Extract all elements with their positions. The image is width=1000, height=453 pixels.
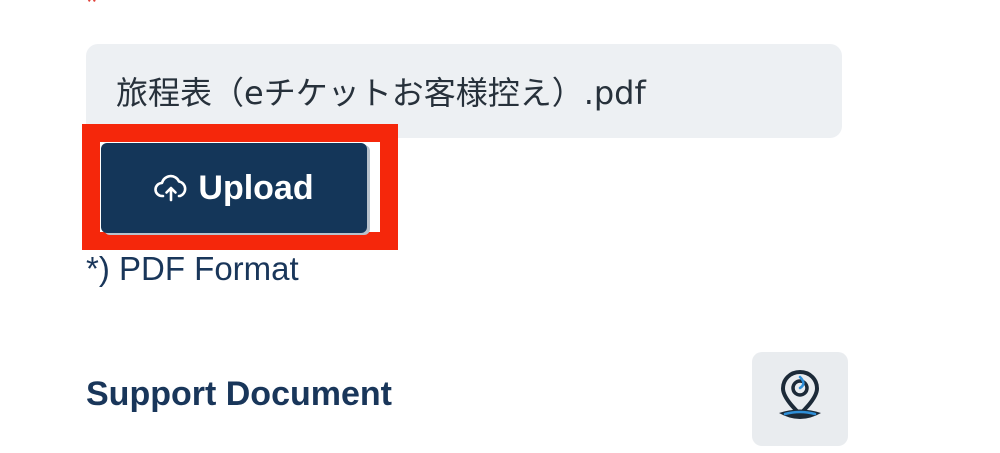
section-title: Support Document [86,375,392,413]
required-marker: * [86,0,98,19]
cloud-upload-icon [154,173,188,203]
map-button[interactable] [752,352,848,446]
upload-form: * 旅程表（eチケットお客様控え）.pdf Upload *) PDF Form… [0,0,1000,453]
file-name-text: 旅程表（eチケットお客様控え）.pdf [116,74,646,112]
format-note: *) PDF Format [86,250,299,287]
map-pin-icon [775,369,825,430]
upload-button[interactable]: Upload [101,143,367,233]
upload-button-label: Upload [198,168,314,207]
